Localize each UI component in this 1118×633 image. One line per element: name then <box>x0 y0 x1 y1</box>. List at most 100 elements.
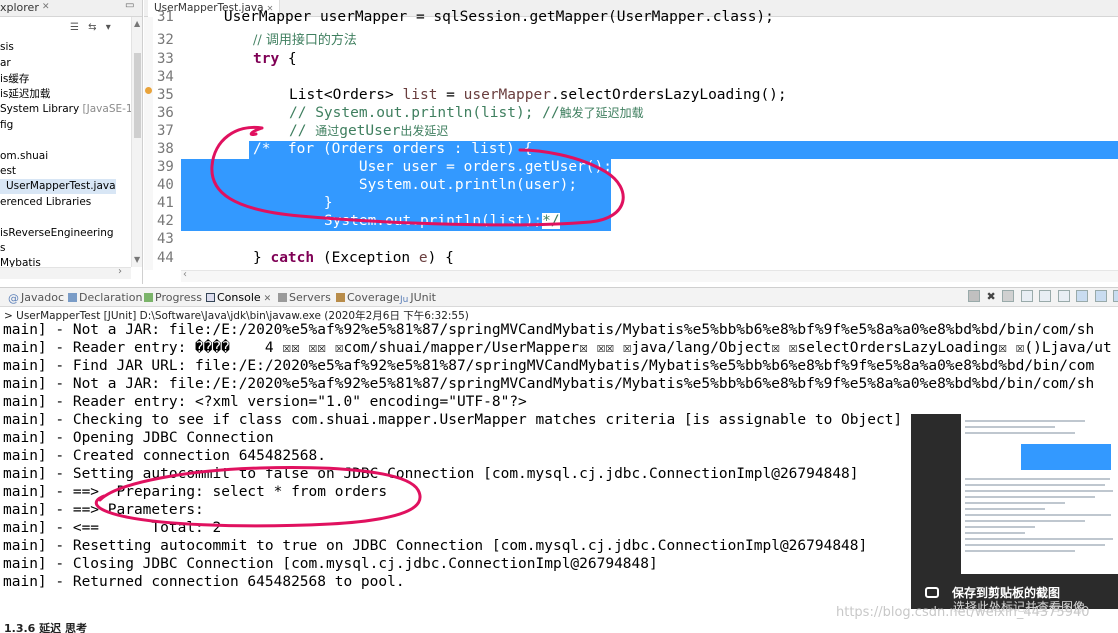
preview-selection <box>1021 444 1111 470</box>
scrollbar-thumb[interactable] <box>134 53 141 138</box>
tree-item[interactable]: ar <box>0 56 11 71</box>
scroll-right-icon[interactable]: › <box>118 266 122 277</box>
console-line: main] - ==> Preparing: select * from ord… <box>3 484 388 500</box>
tree-item[interactable]: om.shuai <box>0 149 48 164</box>
line-number: 44 <box>157 250 174 266</box>
preview-line <box>965 526 1035 528</box>
line-number: 31 <box>157 9 174 25</box>
code-area[interactable]: UserMapper userMapper = sqlSession.getMa… <box>181 9 1118 270</box>
tab-junit[interactable]: Ju JUnit <box>400 290 436 306</box>
tree-item[interactable]: is延迟加载 <box>0 87 50 102</box>
tab-progress[interactable]: Progress <box>144 290 202 306</box>
console-icon <box>206 293 215 302</box>
view-menu-icon[interactable]: ▾ <box>106 22 111 33</box>
clear-console-icon[interactable] <box>1020 290 1033 302</box>
console-line: main] - Reader entry: <?xml version="1.0… <box>3 394 527 410</box>
tree-item[interactable]: sis <box>0 40 14 55</box>
console-line: main] - Closing JDBC Connection [com.mys… <box>3 556 658 572</box>
line-number: 42 <box>157 213 174 229</box>
explorer-vertical-scrollbar[interactable]: ▲ ▼ <box>131 17 142 267</box>
tree-item-usermappertest[interactable]: UserMapperTest.java <box>0 179 116 194</box>
scroll-up-icon[interactable]: ▲ <box>134 19 140 28</box>
code-line: User user = orders.getUser(); <box>289 159 613 175</box>
console-line: main] - Find JAR URL: file:/E:/2020%e5%a… <box>3 358 1095 374</box>
code-editor[interactable]: UserMapperTest.java ✕ 31 32 33 34 35 36 3… <box>144 0 1118 284</box>
blog-watermark: https://blog.csdn.net/weixin_44375940 <box>836 605 1090 620</box>
console-line: main] - <== Total: 2 <box>3 520 222 536</box>
console-line: main] - Opening JDBC Connection <box>3 430 274 446</box>
junit-icon: Ju <box>400 295 409 305</box>
code-line: } catch (Exception e) { <box>253 250 454 266</box>
close-icon[interactable]: ✕ <box>264 294 272 304</box>
tree-item[interactable]: is缓存 <box>0 72 29 87</box>
tab-javadoc[interactable]: @ Javadoc <box>8 290 64 306</box>
tree-item[interactable]: fig <box>0 118 13 133</box>
display-console-icon[interactable] <box>1113 290 1118 302</box>
line-number: 40 <box>157 177 174 193</box>
preview-line <box>965 538 1113 540</box>
console-line: main] - ==> Parameters: <box>3 502 213 518</box>
line-number: 41 <box>157 195 174 211</box>
minimize-icon[interactable]: ▭ <box>125 0 134 11</box>
line-number: 35 <box>157 87 174 103</box>
tree-item[interactable]: isReverseEngineering <box>0 226 114 241</box>
console-line: main] - Setting autocommit to false on J… <box>3 466 859 482</box>
code-line: } <box>289 195 333 211</box>
code-line: List<Orders> list = userMapper.selectOrd… <box>289 87 787 103</box>
warning-icon[interactable] <box>145 87 152 94</box>
tree-item[interactable]: est <box>0 164 16 179</box>
view-tabs: @ Javadoc Declaration Progress Console ✕ S… <box>0 287 1118 307</box>
preview-line <box>965 514 1111 516</box>
preview-line <box>965 420 1085 422</box>
terminate-icon[interactable] <box>968 290 980 302</box>
tree-item[interactable]: System Library [JavaSE-1.8 <box>0 102 142 117</box>
explorer-horizontal-scrollbar[interactable]: › <box>0 266 131 279</box>
console-line: main] - Not a JAR: file:/E:/2020%e5%af%9… <box>3 322 1095 338</box>
servers-icon <box>278 293 287 302</box>
tab-servers[interactable]: Servers <box>278 290 331 306</box>
console-toolbar: ✖ <box>968 289 1118 305</box>
tab-coverage[interactable]: Coverage <box>336 290 400 306</box>
collapse-all-icon[interactable]: ☰ <box>70 22 79 33</box>
show-when-output-icon[interactable] <box>1076 290 1089 302</box>
preview-line <box>965 502 1065 504</box>
preview-line <box>965 508 1045 510</box>
remove-launch-icon[interactable]: ✖ <box>987 290 996 303</box>
tree-item[interactable]: erenced Libraries <box>0 195 91 210</box>
link-editor-icon[interactable]: ⇆ <box>88 22 96 33</box>
preview-line <box>965 544 1105 546</box>
code-line: // 通过getUser出发延迟 <box>289 123 449 139</box>
scroll-lock-icon[interactable] <box>1039 290 1052 302</box>
close-icon[interactable]: ✕ <box>42 2 50 12</box>
pin-console-icon[interactable] <box>1094 290 1107 302</box>
console-line: main] - Returned connection 645482568 to… <box>3 574 405 590</box>
section-heading: 1.3.6 延迟 思考 <box>4 622 87 633</box>
line-number: 34 <box>157 69 174 85</box>
screenshot-preview[interactable] <box>961 414 1118 574</box>
console-line: main] - Created connection 645482568. <box>3 448 327 464</box>
code-line: try { <box>253 51 297 67</box>
preview-line <box>965 550 1075 552</box>
tab-declaration[interactable]: Declaration <box>68 290 142 306</box>
remove-all-icon[interactable] <box>1002 290 1015 302</box>
preview-line <box>965 484 1105 486</box>
preview-line <box>965 532 1025 534</box>
tab-console[interactable]: Console ✕ <box>206 290 271 306</box>
line-number: 38 <box>157 141 174 157</box>
console-line: main] - Not a JAR: file:/E:/2020%e5%af%9… <box>3 376 1095 392</box>
preview-line <box>965 520 1085 522</box>
scroll-left-icon[interactable]: ‹ <box>183 269 187 280</box>
word-wrap-icon[interactable] <box>1057 290 1070 302</box>
screenshot-notification[interactable]: 保存到剪贴板的截图 <box>911 414 1118 609</box>
scroll-down-icon[interactable]: ▼ <box>134 255 140 264</box>
line-number: 39 <box>157 159 174 175</box>
code-line: // 调用接口的方法 <box>253 33 357 48</box>
at-icon: @ <box>8 292 19 305</box>
editor-horizontal-scrollbar[interactable]: ‹ <box>181 269 1118 282</box>
tree-item[interactable]: s <box>0 241 5 256</box>
explorer-toolbar: ☰ ⇆ ▾ <box>70 22 117 38</box>
explorer-tab[interactable]: xplorer ✕ ▭ <box>0 0 142 17</box>
line-number: 36 <box>157 105 174 121</box>
progress-icon <box>144 293 153 302</box>
declaration-icon <box>68 293 77 302</box>
